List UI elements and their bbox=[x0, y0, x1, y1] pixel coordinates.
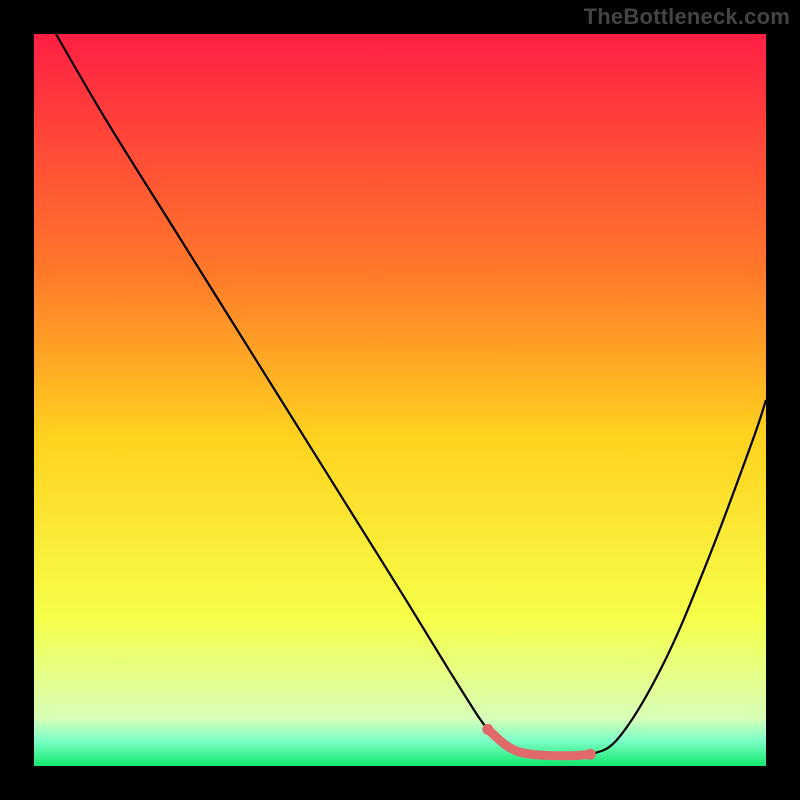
chart-frame: { "watermark": "TheBottleneck.com", "cha… bbox=[0, 0, 800, 800]
bottleneck-chart bbox=[0, 0, 800, 800]
highlight-start-dot bbox=[482, 724, 493, 735]
plot-background bbox=[34, 34, 766, 766]
watermark-text: TheBottleneck.com bbox=[584, 4, 790, 30]
highlight-end-dot bbox=[585, 749, 596, 760]
